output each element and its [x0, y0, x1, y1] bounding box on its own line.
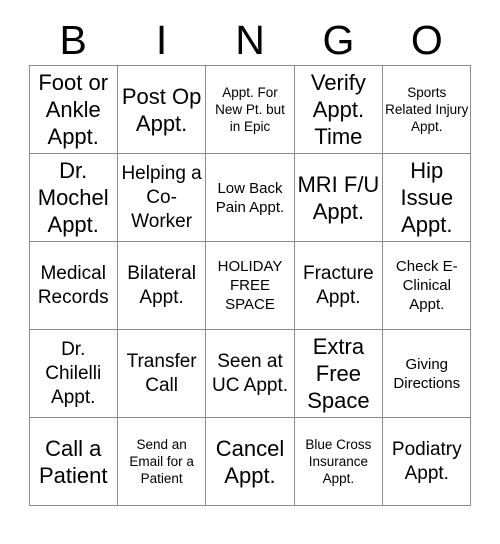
bingo-cell-label: Verify Appt. Time	[310, 70, 366, 149]
bingo-cell-label: Send an Email for a Patient	[129, 437, 194, 486]
bingo-cell-label: Appt. For New Pt. but in Epic	[215, 85, 285, 134]
bingo-cell-label: Call a Patient	[38, 435, 108, 488]
bingo-cell[interactable]: Seen at UC Appt.	[205, 329, 295, 418]
bingo-cell-label: Bilateral Appt.	[127, 262, 196, 308]
bingo-cell[interactable]: Hip Issue Appt.	[382, 153, 472, 242]
bingo-cell[interactable]: Helping a Co-Worker	[116, 153, 207, 242]
bingo-cell[interactable]: Verify Appt. Time	[293, 65, 384, 154]
bingo-cell-label: Medical Records	[37, 262, 109, 308]
bingo-cell-label: HOLIDAY FREE SPACE	[217, 258, 283, 313]
bingo-cell-label: Low Back Pain Appt.	[215, 179, 285, 216]
bingo-cell-label: Podiatry Appt.	[391, 438, 462, 484]
bingo-cell[interactable]: Low Back Pain Appt.	[205, 153, 295, 242]
bingo-cell[interactable]: Transfer Call	[116, 329, 207, 418]
bingo-free-space-cell[interactable]: HOLIDAY FREE SPACE	[205, 241, 295, 330]
bingo-extra-free-space-cell[interactable]: Extra Free Space	[293, 329, 384, 418]
bingo-cell[interactable]: Giving Directions	[382, 329, 472, 418]
bingo-cell[interactable]: Blue Cross Insurance Appt.	[293, 417, 384, 506]
bingo-cell-label: Sports Related Injury Appt.	[385, 85, 469, 134]
bingo-grid: Foot or Ankle Appt. Post Op Appt. Appt. …	[28, 65, 472, 506]
bingo-header-letter-i: I	[155, 17, 168, 63]
bingo-row: Call a Patient Send an Email for a Patie…	[28, 417, 472, 506]
bingo-cell-label: Dr. Chilelli Appt.	[45, 338, 102, 408]
bingo-cell[interactable]: Fracture Appt.	[293, 241, 384, 330]
bingo-cell-label: Dr. Mochel Appt.	[37, 158, 109, 237]
bingo-cell-label: Transfer Call	[126, 350, 197, 396]
bingo-cell[interactable]: Dr. Mochel Appt.	[28, 153, 118, 242]
bingo-cell-label: Giving Directions	[393, 355, 461, 392]
bingo-cell-label: Seen at UC Appt.	[211, 350, 289, 396]
bingo-cell-label: Check E-Clinical Appt.	[395, 258, 458, 313]
bingo-cell[interactable]: Sports Related Injury Appt.	[382, 65, 472, 154]
bingo-cell[interactable]: Call a Patient	[28, 417, 118, 506]
bingo-cell[interactable]: Medical Records	[28, 241, 118, 330]
bingo-header-row: B I N G O	[29, 0, 471, 63]
bingo-cell[interactable]: Foot or Ankle Appt.	[28, 65, 118, 154]
bingo-row: Dr. Chilelli Appt. Transfer Call Seen at…	[28, 329, 472, 418]
bingo-cell-label: Helping a Co-Worker	[121, 162, 202, 232]
bingo-cell-label: Blue Cross Insurance Appt.	[305, 437, 372, 486]
bingo-cell-label: Extra Free Space	[307, 334, 370, 413]
bingo-cell-label: Post Op Appt.	[121, 83, 202, 136]
bingo-row: Dr. Mochel Appt. Helping a Co-Worker Low…	[28, 153, 472, 242]
bingo-cell[interactable]: Appt. For New Pt. but in Epic	[205, 65, 295, 154]
bingo-cell[interactable]: Bilateral Appt.	[116, 241, 207, 330]
bingo-card: B I N G O Foot or Ankle Appt. Post Op Ap…	[0, 0, 500, 544]
bingo-cell-label: Hip Issue Appt.	[400, 158, 454, 237]
bingo-cell-label: Fracture Appt.	[303, 262, 374, 308]
bingo-header-letter-g: G	[322, 17, 355, 63]
bingo-cell[interactable]: Send an Email for a Patient	[116, 417, 207, 506]
bingo-header-letter-b: B	[59, 17, 87, 63]
bingo-cell[interactable]: Cancel Appt.	[205, 417, 295, 506]
bingo-row: Medical Records Bilateral Appt. HOLIDAY …	[28, 241, 472, 330]
bingo-cell-label: Cancel Appt.	[215, 435, 285, 488]
bingo-cell[interactable]: Post Op Appt.	[116, 65, 207, 154]
bingo-cell-label: MRI F/U Appt.	[297, 171, 380, 224]
bingo-header-letter-o: O	[410, 17, 443, 63]
bingo-cell[interactable]: MRI F/U Appt.	[293, 153, 384, 242]
bingo-cell[interactable]: Check E-Clinical Appt.	[382, 241, 472, 330]
bingo-cell-label: Foot or Ankle Appt.	[38, 70, 109, 149]
bingo-cell[interactable]: Podiatry Appt.	[382, 417, 472, 506]
bingo-cell[interactable]: Dr. Chilelli Appt.	[28, 329, 118, 418]
bingo-row: Foot or Ankle Appt. Post Op Appt. Appt. …	[28, 65, 472, 154]
bingo-header-letter-n: N	[235, 17, 265, 63]
